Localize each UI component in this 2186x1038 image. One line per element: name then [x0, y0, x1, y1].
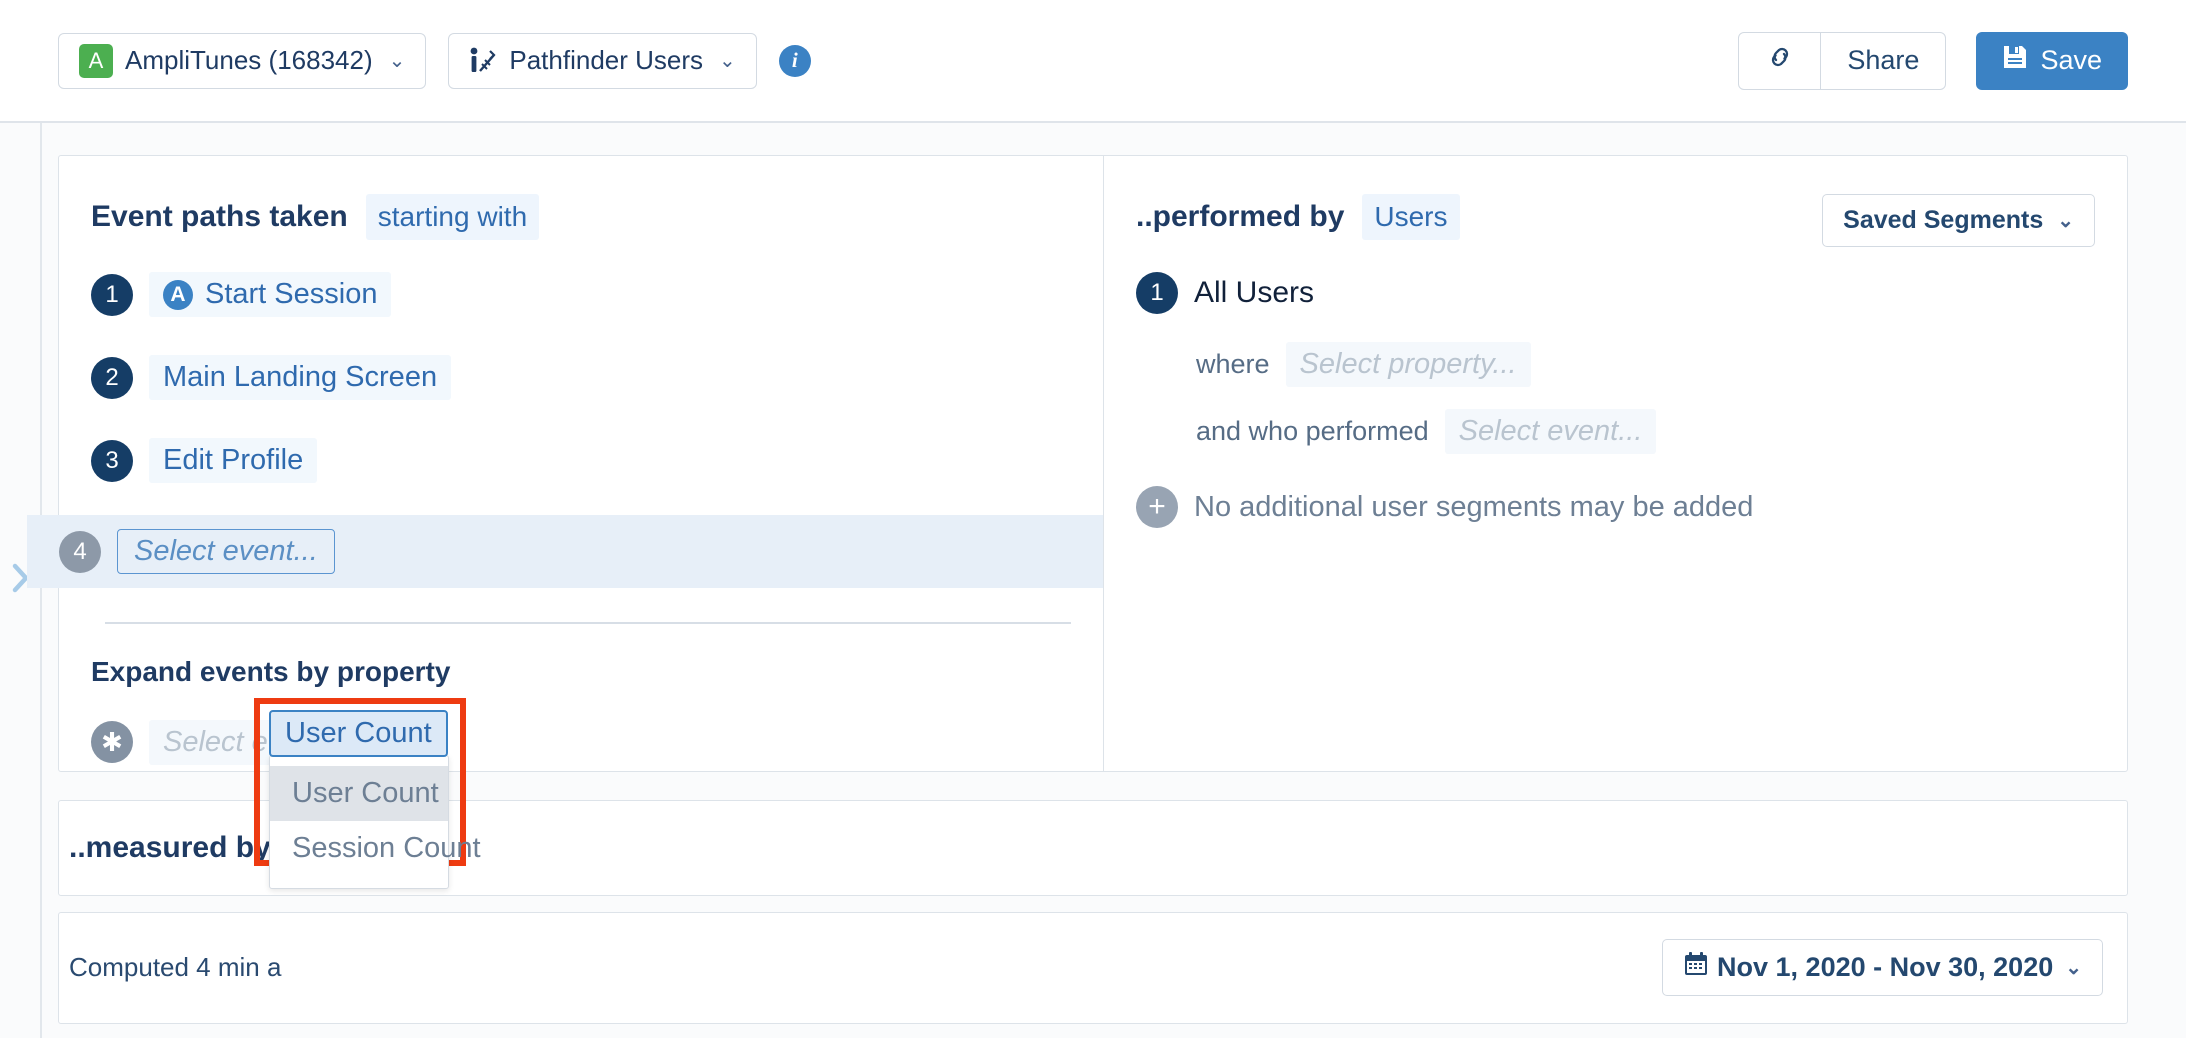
computed-timestamp: Computed 4 min a [69, 952, 281, 983]
event-chip[interactable]: Main Landing Screen [149, 355, 451, 400]
measure-dropdown-menu: User Count Session Count [269, 755, 449, 889]
measure-option-user-count[interactable]: User Count [270, 766, 448, 821]
event-paths-header: Event paths taken starting with [91, 194, 1071, 240]
toolbar-left-group: A AmpliTunes (168342) ⌄ Pathfinder Users… [58, 33, 811, 89]
chevron-down-icon: ⌄ [389, 48, 406, 73]
measure-selected-value[interactable]: User Count [269, 710, 448, 757]
toolbar-right-group: Share Save [1738, 32, 2128, 90]
save-button[interactable]: Save [1976, 32, 2128, 90]
computed-footer-card: Computed 4 min a Nov 1, 2020 - Nov 30 [58, 912, 2128, 1024]
event-label: Start Session [205, 278, 377, 311]
app-selector-label: AmpliTunes (168342) [125, 45, 373, 76]
info-icon[interactable]: i [779, 45, 811, 77]
query-builder-card: Event paths taken starting with 1 A Star… [58, 155, 2128, 772]
path-mode-chip[interactable]: starting with [366, 194, 539, 240]
view-selector-label: Pathfinder Users [509, 45, 703, 76]
amplitude-icon: A [163, 280, 193, 310]
add-segment-row: + No additional user segments may be add… [1136, 480, 2095, 534]
asterisk-icon: ✱ [91, 721, 133, 763]
event-step-3[interactable]: 3 Edit Profile [91, 432, 1071, 489]
segments-title: ..performed by [1136, 200, 1344, 234]
step-number-badge: 4 [59, 531, 101, 573]
floppy-disk-icon [2002, 44, 2028, 77]
chevron-down-icon: ⌄ [2057, 208, 2074, 233]
select-event-input[interactable]: Select event... [117, 529, 335, 574]
chevron-down-icon: ⌄ [2065, 955, 2082, 980]
view-selector-button[interactable]: Pathfinder Users ⌄ [448, 33, 756, 89]
step-number-badge: 3 [91, 440, 133, 482]
select-property-input[interactable]: Select property... [1286, 342, 1531, 387]
event-chip[interactable]: Edit Profile [149, 438, 317, 483]
segments-panel: ..performed by Users Saved Segments ⌄ 1 … [1104, 156, 2127, 771]
app-selector-button[interactable]: A AmpliTunes (168342) ⌄ [58, 33, 426, 89]
segment-where-row: where Select property... [1136, 342, 2095, 387]
entity-chip[interactable]: Users [1362, 194, 1459, 240]
top-toolbar: A AmpliTunes (168342) ⌄ Pathfinder Users… [0, 0, 2186, 123]
event-step-2[interactable]: 2 Main Landing Screen [91, 349, 1071, 406]
calendar-icon [1683, 951, 1709, 984]
saved-segments-label: Saved Segments [1843, 206, 2043, 235]
segment-name[interactable]: All Users [1194, 276, 1314, 310]
plus-icon: + [1136, 486, 1178, 528]
event-step-4[interactable]: 4 Select event... [27, 515, 1103, 588]
event-chip[interactable]: A Start Session [149, 272, 391, 317]
segment-row-1[interactable]: 1 All Users [1136, 266, 2095, 320]
saved-segments-button[interactable]: Saved Segments ⌄ [1822, 194, 2095, 247]
date-range-button[interactable]: Nov 1, 2020 - Nov 30, 2020 ⌄ [1662, 939, 2103, 996]
step-number-badge: 1 [91, 274, 133, 316]
chevron-down-icon: ⌄ [719, 48, 736, 73]
add-segment-note: No additional user segments may be added [1194, 491, 1753, 524]
pathfinder-icon [469, 46, 497, 76]
event-step-1[interactable]: 1 A Start Session [91, 266, 1071, 323]
segment-number-badge: 1 [1136, 272, 1178, 314]
performed-label: and who performed [1196, 416, 1429, 447]
main-body: Event paths taken starting with 1 A Star… [0, 123, 2186, 1038]
step-number-badge: 2 [91, 357, 133, 399]
measured-by-label: ..measured by [69, 831, 271, 865]
share-button[interactable]: Share [1820, 32, 1946, 90]
link-icon [1765, 42, 1795, 79]
section-divider [105, 622, 1071, 624]
segment-performed-row: and who performed Select event... [1136, 409, 2095, 454]
measure-option-session-count[interactable]: Session Count [270, 821, 448, 876]
cards-container: Event paths taken starting with 1 A Star… [58, 123, 2128, 1024]
app-avatar-badge: A [79, 44, 113, 78]
expand-events-row[interactable]: ✱ Select event... [91, 714, 1071, 771]
date-range-label: Nov 1, 2020 - Nov 30, 2020 [1717, 952, 2053, 983]
save-button-label: Save [2040, 45, 2102, 76]
expand-events-title: Expand events by property [91, 656, 1071, 688]
event-paths-title: Event paths taken [91, 200, 348, 234]
event-paths-panel: Event paths taken starting with 1 A Star… [59, 156, 1104, 771]
select-event-input[interactable]: Select event... [1445, 409, 1657, 454]
where-label: where [1196, 349, 1270, 380]
copy-link-button[interactable] [1738, 32, 1822, 90]
share-button-group: Share [1738, 32, 1947, 90]
